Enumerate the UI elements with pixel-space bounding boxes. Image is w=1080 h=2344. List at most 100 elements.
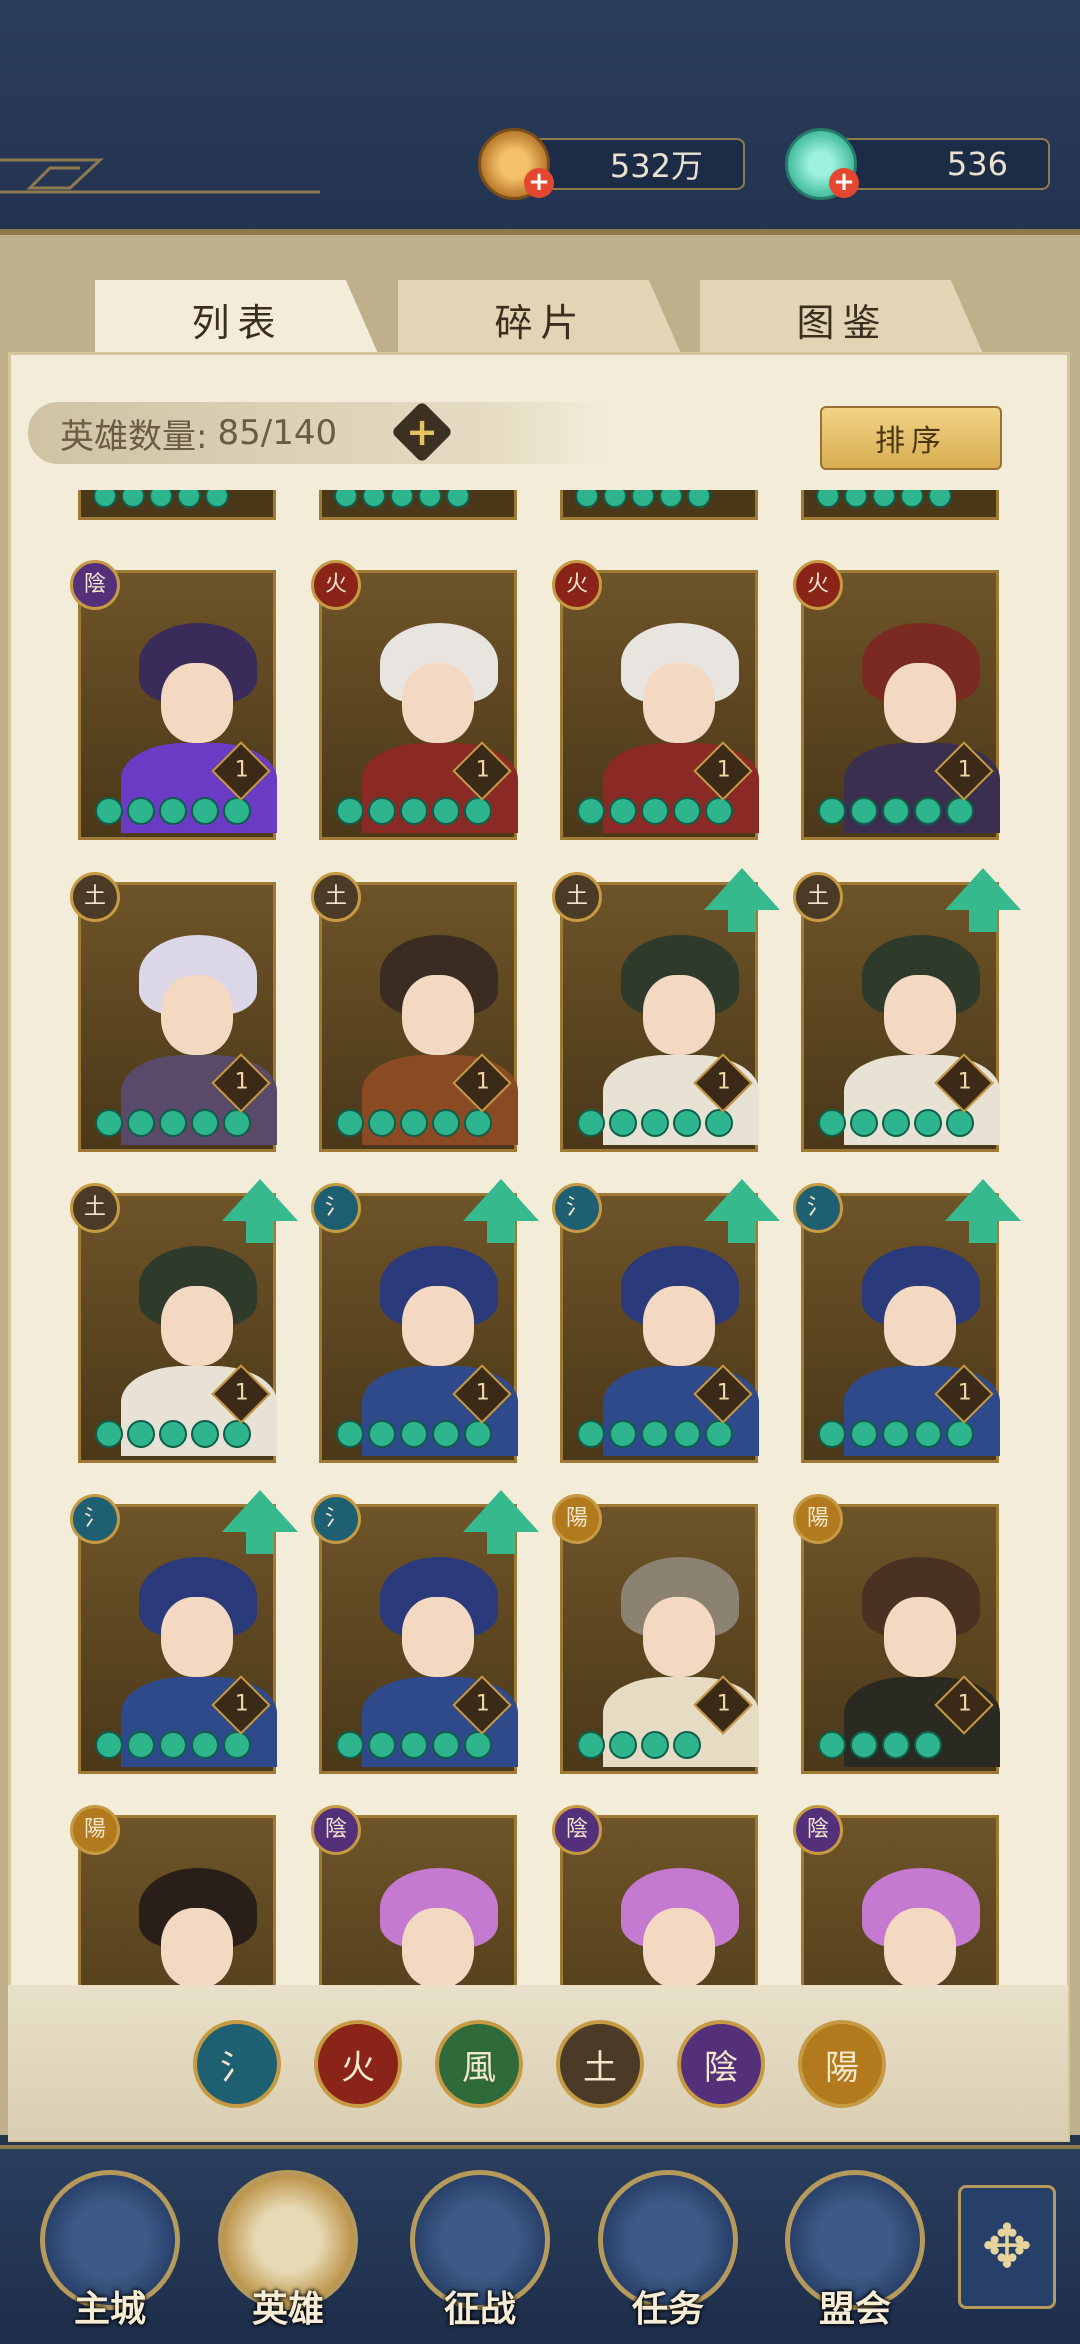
star-beads	[95, 1731, 251, 1761]
jade-bead-icon	[95, 1420, 123, 1448]
jade-bead-icon	[882, 797, 910, 825]
nav-alliance-pavilion-button[interactable]: 盟会	[785, 2170, 925, 2330]
hero-card[interactable]: 1火	[311, 560, 518, 840]
star-beads	[93, 490, 229, 514]
tab-collection[interactable]: 图鉴	[700, 280, 985, 358]
hero-card[interactable]: 1土	[70, 872, 277, 1152]
hero-card-partial[interactable]	[801, 490, 999, 520]
hero-card[interactable]: 1土	[70, 1179, 298, 1463]
jade-bead-icon	[609, 1731, 637, 1759]
jade-bead-icon	[127, 1109, 155, 1137]
add-coin-button[interactable]: +	[524, 168, 554, 198]
jade-bead-icon	[336, 1731, 364, 1759]
jade-bead-icon	[464, 1420, 492, 1448]
hero-card[interactable]: 1氵	[793, 1179, 1021, 1463]
jade-bead-icon	[882, 1109, 910, 1137]
filter-earth-button[interactable]: 土	[556, 2020, 644, 2108]
jade-bead-icon	[446, 490, 470, 508]
jade-bead-icon	[432, 1731, 460, 1759]
hero-face	[643, 1597, 715, 1677]
jade-bead-icon	[121, 490, 145, 508]
hero-face	[161, 1597, 233, 1677]
hero-card[interactable]: 1氵	[311, 1179, 539, 1463]
nav-city-gate-button[interactable]: 主城	[40, 2170, 180, 2330]
jade-bead-icon	[705, 1109, 733, 1137]
hero-card[interactable]: 1火	[793, 560, 1000, 840]
hero-portrait	[822, 1838, 982, 1985]
hero-card[interactable]: 陰	[793, 1805, 999, 1985]
hero-card-partial[interactable]	[319, 490, 517, 520]
hero-card[interactable]: 陰	[311, 1805, 517, 1985]
hero-face	[161, 1286, 233, 1366]
hero-card-partial[interactable]	[78, 490, 276, 520]
jade-bead-icon	[850, 797, 878, 825]
jade-bead-icon	[191, 1109, 219, 1137]
hero-card[interactable]: 1火	[552, 560, 759, 840]
hero-card-frame	[560, 1504, 759, 1774]
star-beads	[336, 1109, 492, 1139]
hero-level-value: 1	[957, 1691, 972, 1717]
hero-face	[643, 663, 715, 743]
jade-bead-icon	[609, 1109, 637, 1137]
filter-wind-button[interactable]: 風	[435, 2020, 523, 2108]
hero-level-value: 1	[475, 1069, 490, 1095]
hero-card[interactable]: 1氵	[70, 1490, 298, 1774]
star-beads	[95, 1420, 251, 1450]
hero-card[interactable]: 1氵	[552, 1179, 780, 1463]
star-beads	[336, 1420, 492, 1450]
sort-button[interactable]: 排序	[820, 406, 1002, 470]
more-menu-icon[interactable]: ✥	[958, 2185, 1056, 2309]
jade-bead-icon	[95, 797, 123, 825]
jade-bead-icon	[159, 1109, 187, 1137]
tab-fragments[interactable]: 碎片	[398, 280, 683, 358]
expand-capacity-button[interactable]: +	[390, 400, 454, 464]
jade-bead-icon	[946, 797, 974, 825]
hero-card-partial[interactable]	[560, 490, 758, 520]
jade-bead-icon	[641, 1731, 669, 1759]
nav-label: 主城	[73, 2289, 146, 2330]
filter-water-button[interactable]: 氵	[193, 2020, 281, 2108]
jade-bead-icon	[177, 490, 201, 508]
jade-bead-icon	[882, 1420, 910, 1448]
hero-level-value: 1	[475, 757, 490, 783]
hero-card[interactable]: 1陽	[552, 1494, 759, 1774]
element-yin-icon: 陰	[70, 560, 120, 610]
hero-level-value: 1	[234, 757, 249, 783]
hero-card[interactable]: 陽	[70, 1805, 276, 1985]
hero-card[interactable]: 1土	[552, 868, 780, 1152]
element-fire-icon: 火	[793, 560, 843, 610]
element-earth-icon: 土	[311, 872, 361, 922]
hero-card[interactable]: 1土	[793, 868, 1021, 1152]
nav-battle-drum-button[interactable]: 征战	[410, 2170, 550, 2330]
jade-bead-icon	[191, 797, 219, 825]
star-beads	[334, 490, 470, 514]
upgrade-arrow-icon	[945, 1179, 1021, 1243]
nav-quest-scroll-button[interactable]: 任务	[598, 2170, 738, 2330]
jade-bead-icon	[95, 1109, 123, 1137]
hero-card[interactable]: 1土	[311, 872, 518, 1152]
element-water-icon: 氵	[552, 1183, 602, 1233]
hero-face	[402, 1597, 474, 1677]
jade-bead-icon	[914, 797, 942, 825]
jade-bead-icon	[400, 1731, 428, 1759]
hero-card[interactable]: 1陰	[70, 560, 277, 840]
jade-bead-icon	[149, 490, 173, 508]
star-beads	[95, 797, 251, 827]
hero-card[interactable]: 1陽	[793, 1494, 1000, 1774]
hero-card[interactable]: 1氵	[311, 1490, 539, 1774]
filter-yin-button[interactable]: 陰	[677, 2020, 765, 2108]
jade-bead-icon	[368, 1420, 396, 1448]
hero-count-label: 英雄数量:	[60, 416, 208, 457]
add-jade-button[interactable]: +	[829, 168, 859, 198]
hero-card-frame	[560, 570, 759, 840]
nav-hero-portrait-button[interactable]: 英雄	[218, 2170, 358, 2330]
jade-bead-icon	[818, 797, 846, 825]
element-fire-icon: 火	[311, 560, 361, 610]
tab-list[interactable]: 列表	[95, 280, 380, 358]
element-water-icon: 氵	[311, 1494, 361, 1544]
hero-card[interactable]: 陰	[552, 1805, 758, 1985]
hero-face	[161, 1908, 233, 1985]
filter-fire-button[interactable]: 火	[314, 2020, 402, 2108]
element-water-icon: 氵	[311, 1183, 361, 1233]
filter-yang-button[interactable]: 陽	[798, 2020, 886, 2108]
